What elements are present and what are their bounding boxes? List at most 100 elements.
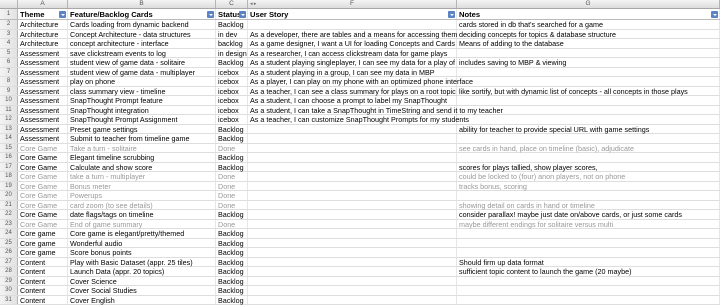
cell-notes[interactable] — [457, 96, 720, 105]
cell-status[interactable]: Backlog — [216, 153, 248, 162]
row-number[interactable]: 20 — [0, 191, 18, 200]
cell-feature[interactable]: Elegant timeline scrubbing — [68, 153, 216, 162]
cell-status[interactable]: Done — [216, 172, 248, 181]
row-number[interactable]: 23 — [0, 219, 18, 228]
filter-dropdown-icon[interactable] — [711, 11, 718, 18]
select-all-corner[interactable] — [0, 0, 18, 8]
cell-status[interactable]: Done — [216, 191, 248, 200]
cell-status[interactable]: Backlog — [216, 229, 248, 238]
column-header-g[interactable]: G — [457, 0, 720, 8]
cell-theme[interactable]: Core game — [18, 238, 68, 247]
cell-feature[interactable]: SnapThought Prompt feature — [68, 96, 216, 105]
cell-status[interactable]: Backlog — [216, 295, 248, 304]
cell-notes[interactable] — [457, 238, 720, 247]
cell-user-story[interactable] — [248, 181, 457, 190]
cell-feature[interactable]: date flags/tags on timeline — [68, 210, 216, 219]
cell-notes[interactable]: Should firm up data format — [457, 257, 720, 266]
row-number[interactable]: 27 — [0, 257, 18, 266]
cell-feature[interactable]: Score bonus points — [68, 248, 216, 257]
cell-theme[interactable]: Assessment — [18, 86, 68, 95]
row-number[interactable]: 10 — [0, 96, 18, 105]
row-number[interactable]: 8 — [0, 77, 18, 86]
row-number[interactable]: 26 — [0, 248, 18, 257]
cell-user-story[interactable]: As a teacher, I can customize SnapThough… — [248, 115, 469, 124]
header-user-story[interactable]: User Story — [248, 9, 457, 19]
cell-user-story[interactable]: As a student, I can choose a prompt to l… — [248, 96, 457, 105]
cell-theme[interactable]: Assessment — [18, 48, 68, 57]
cell-theme[interactable]: Core Game — [18, 210, 68, 219]
cell-user-story[interactable] — [248, 248, 457, 257]
row-number[interactable]: 28 — [0, 267, 18, 276]
cell-theme[interactable]: Core game — [18, 229, 68, 238]
cell-feature[interactable]: student view of game data - multiplayer — [68, 67, 216, 76]
cell-notes[interactable]: could be locked to (four) anon players, … — [457, 172, 720, 181]
cell-status[interactable]: Done — [216, 200, 248, 209]
cell-notes[interactable]: like sortify, but with dynamic list of c… — [457, 86, 720, 95]
cell-notes[interactable]: includes saving to MBP & viewing — [457, 58, 720, 67]
cell-feature[interactable]: Preset game settings — [68, 124, 216, 133]
cell-user-story[interactable] — [248, 134, 457, 143]
cell-notes[interactable] — [457, 77, 720, 86]
row-number[interactable]: 21 — [0, 200, 18, 209]
cell-theme[interactable]: Assessment — [18, 96, 68, 105]
cell-feature[interactable]: Cards loading from dynamic backend — [68, 20, 216, 29]
cell-feature[interactable]: concept architecture - interface — [68, 39, 216, 48]
cell-status[interactable]: Backlog — [216, 276, 248, 285]
cell-theme[interactable]: Core game — [18, 248, 68, 257]
cell-status[interactable]: Backlog — [216, 267, 248, 276]
cell-theme[interactable]: Core Game — [18, 162, 68, 171]
cell-theme[interactable]: Assessment — [18, 115, 68, 124]
cell-theme[interactable]: Assessment — [18, 58, 68, 67]
cell-status[interactable]: in dev — [216, 29, 248, 38]
cell-notes[interactable]: ability for teacher to provide special U… — [457, 124, 720, 133]
cell-feature[interactable]: Cover Science — [68, 276, 216, 285]
cell-user-story[interactable] — [248, 210, 457, 219]
filter-dropdown-icon[interactable] — [59, 11, 66, 18]
row-number[interactable]: 29 — [0, 276, 18, 285]
row-number[interactable]: 5 — [0, 48, 18, 57]
cell-feature[interactable]: SnapThought integration — [68, 105, 216, 114]
column-header-f[interactable]: F — [248, 0, 457, 8]
cell-theme[interactable]: Assessment — [18, 134, 68, 143]
cell-theme[interactable]: Core Game — [18, 200, 68, 209]
cell-status[interactable]: backlog — [216, 39, 248, 48]
cell-theme[interactable]: Content — [18, 276, 68, 285]
cell-status[interactable]: icebox — [216, 77, 248, 86]
cell-user-story[interactable]: As a teacher, I can see a class summary … — [248, 86, 457, 95]
cell-theme[interactable]: Core Game — [18, 219, 68, 228]
cell-status[interactable]: Done — [216, 219, 248, 228]
cell-notes[interactable] — [457, 134, 720, 143]
cell-user-story[interactable]: As a student playing in a group, I can s… — [248, 67, 457, 76]
cell-user-story[interactable]: As a developer, there are tables and a m… — [248, 29, 457, 38]
header-notes[interactable]: Notes — [457, 9, 720, 19]
cell-notes[interactable]: sufficient topic content to launch the g… — [457, 267, 720, 276]
cell-status[interactable]: Done — [216, 181, 248, 190]
cell-notes[interactable]: deciding concepts for topics & database … — [457, 29, 720, 38]
row-number[interactable]: 4 — [0, 39, 18, 48]
cell-theme[interactable]: Core Game — [18, 181, 68, 190]
cell-feature[interactable]: play on phone — [68, 77, 216, 86]
cell-feature[interactable]: student view of game data - solitaire — [68, 58, 216, 67]
row-number[interactable]: 13 — [0, 124, 18, 133]
cell-status[interactable]: Backlog — [216, 20, 248, 29]
cell-status[interactable]: Backlog — [216, 238, 248, 247]
cell-feature[interactable]: Powerups — [68, 191, 216, 200]
cell-notes[interactable]: see cards in hand, place on timeline (ba… — [457, 143, 720, 152]
filter-dropdown-icon[interactable] — [207, 11, 214, 18]
cell-user-story[interactable] — [248, 153, 457, 162]
cell-theme[interactable]: Assessment — [18, 67, 68, 76]
cell-user-story[interactable] — [248, 276, 457, 285]
cell-feature[interactable]: Launch Data (appr. 20 topics) — [68, 267, 216, 276]
cell-feature[interactable]: Take a turn - solitaire — [68, 143, 216, 152]
row-number[interactable]: 11 — [0, 105, 18, 114]
cell-status[interactable]: icebox — [216, 86, 248, 95]
cell-status[interactable]: icebox — [216, 105, 248, 114]
row-number[interactable]: 2 — [0, 20, 18, 29]
row-number[interactable]: 16 — [0, 153, 18, 162]
cell-status[interactable]: in design — [216, 48, 248, 57]
cell-notes[interactable]: tracks bonus, scoring — [457, 181, 720, 190]
cell-theme[interactable]: Content — [18, 295, 68, 304]
cell-status[interactable]: Backlog — [216, 58, 248, 67]
cell-feature[interactable]: Submit to teacher from timeline game — [68, 134, 216, 143]
cell-user-story[interactable] — [248, 200, 457, 209]
